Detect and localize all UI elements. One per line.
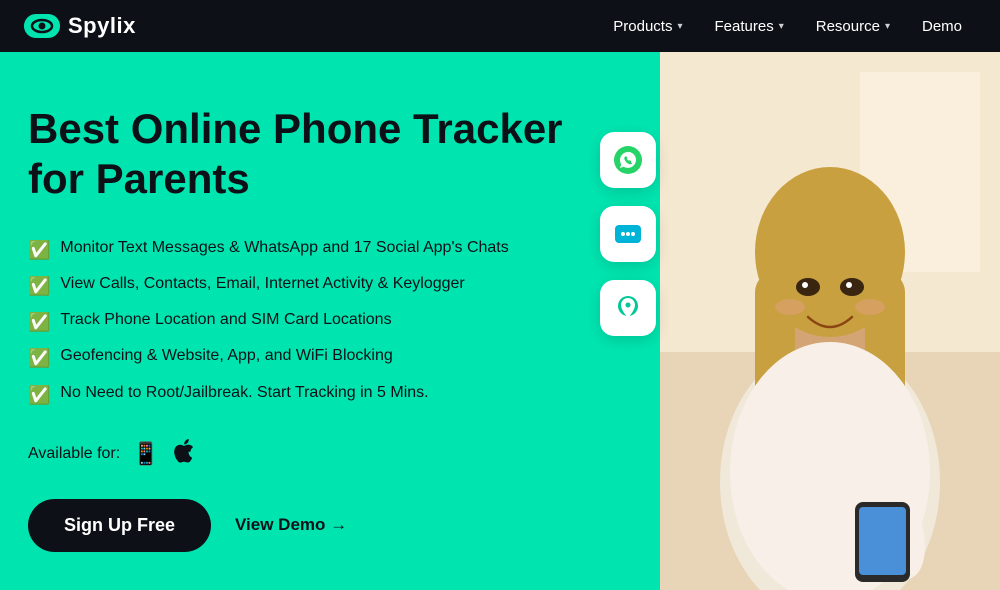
whatsapp-icon <box>613 145 643 175</box>
platform-icons: 📱 <box>132 438 193 471</box>
message-icon-bubble <box>600 206 656 262</box>
demo-button[interactable]: View Demo → <box>235 515 347 535</box>
products-chevron-icon: ▾ <box>677 21 682 32</box>
logo-text: Spylix <box>68 13 136 39</box>
nav-menu: Products ▾ Features ▾ Resource ▾ Demo <box>599 10 976 43</box>
whatsapp-icon-bubble <box>600 132 656 188</box>
list-item: ✅ Monitor Text Messages & WhatsApp and 1… <box>28 237 620 263</box>
nav-resource[interactable]: Resource ▾ <box>802 10 904 43</box>
navbar: Spylix Products ▾ Features ▾ Resource ▾ … <box>0 0 1000 52</box>
features-chevron-icon: ▾ <box>779 21 784 32</box>
hero-photo <box>660 52 1000 590</box>
cta-buttons: Sign Up Free View Demo → <box>28 499 620 552</box>
check-icon-5: ✅ <box>28 383 50 408</box>
nav-products[interactable]: Products ▾ <box>599 10 696 43</box>
list-item: ✅ No Need to Root/Jailbreak. Start Track… <box>28 382 620 408</box>
nav-features[interactable]: Features ▾ <box>701 10 798 43</box>
feature-list: ✅ Monitor Text Messages & WhatsApp and 1… <box>28 237 620 408</box>
hero-content: Best Online Phone Tracker for Parents ✅ … <box>0 52 660 590</box>
woman-svg <box>660 52 1000 590</box>
check-icon-3: ✅ <box>28 310 50 335</box>
check-icon-1: ✅ <box>28 238 50 263</box>
message-icon <box>613 219 643 249</box>
signup-button[interactable]: Sign Up Free <box>28 499 211 552</box>
hero-right: // Will be generated below <box>660 52 1000 590</box>
logo-icon <box>24 14 60 38</box>
logo[interactable]: Spylix <box>24 13 136 39</box>
nav-demo[interactable]: Demo <box>908 10 976 43</box>
check-icon-2: ✅ <box>28 274 50 299</box>
apple-icon <box>172 438 194 471</box>
app-icons <box>600 132 656 336</box>
resource-chevron-icon: ▾ <box>885 21 890 32</box>
available-for: Available for: 📱 <box>28 438 620 471</box>
list-item: ✅ Geofencing & Website, App, and WiFi Bl… <box>28 345 620 371</box>
list-item: ✅ Track Phone Location and SIM Card Loca… <box>28 309 620 335</box>
location-icon <box>613 293 643 323</box>
hero-title: Best Online Phone Tracker for Parents <box>28 104 608 205</box>
available-label: Available for: <box>28 445 120 463</box>
android-icon: 📱 <box>132 441 159 467</box>
check-icon-4: ✅ <box>28 346 50 371</box>
location-icon-bubble <box>600 280 656 336</box>
hero-section: Best Online Phone Tracker for Parents ✅ … <box>0 52 1000 590</box>
list-item: ✅ View Calls, Contacts, Email, Internet … <box>28 273 620 299</box>
